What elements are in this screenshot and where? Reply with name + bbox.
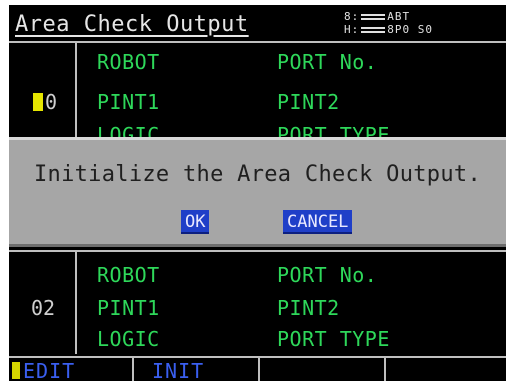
field-pint2[interactable]: PINT2	[277, 90, 340, 114]
confirm-dialog: Initialize the Area Check Output. OK CAN…	[9, 137, 506, 247]
function-key-label: INIT	[152, 359, 205, 381]
area-row-1[interactable]: 0 ROBOT PORT No. PINT1 PINT2 LOGIC PORT …	[9, 41, 506, 147]
field-port-type[interactable]: PORT TYPE	[277, 327, 390, 351]
dialog-message: Initialize the Area Check Output.	[34, 162, 481, 187]
cancel-button[interactable]: CANCEL	[283, 210, 353, 234]
function-key-init[interactable]: INIT	[134, 358, 260, 381]
function-key-label: EDIT	[23, 359, 76, 381]
status-bar-icon	[361, 27, 386, 33]
field-robot[interactable]: ROBOT	[97, 263, 160, 287]
area-number-cell[interactable]: 02	[9, 252, 77, 354]
cursor-marker	[33, 93, 43, 111]
field-port-no[interactable]: PORT No.	[277, 263, 377, 287]
field-pint1[interactable]: PINT1	[97, 296, 160, 320]
field-pint1[interactable]: PINT1	[97, 90, 160, 114]
field-logic[interactable]: LOGIC	[97, 327, 160, 351]
title-bar: Area Check Output 8: ABT H: 8P0 S0	[9, 5, 506, 41]
field-port-no[interactable]: PORT No.	[277, 50, 377, 74]
area-number-cell[interactable]: 0	[9, 43, 77, 139]
status-line-2-label: H:	[344, 23, 360, 36]
field-pint2[interactable]: PINT2	[277, 296, 340, 320]
status-line-2: H: 8P0 S0	[344, 24, 433, 36]
area-number: 02	[31, 296, 56, 320]
function-key-edit[interactable]: EDIT	[9, 358, 134, 381]
status-line-1-label: 8:	[344, 10, 360, 23]
status-line-1-value: ABT	[387, 10, 411, 23]
function-key-3[interactable]	[260, 358, 386, 381]
status-line-2-value: 8P0 S0	[387, 23, 433, 36]
status-bar-icon	[361, 14, 386, 20]
status-indicator: 8: ABT H: 8P0 S0	[344, 9, 444, 37]
status-line-1: 8: ABT	[344, 11, 410, 23]
field-robot[interactable]: ROBOT	[97, 50, 160, 74]
function-key-bar: EDIT INIT	[9, 356, 506, 381]
ok-button[interactable]: OK	[181, 210, 210, 234]
area-row-2[interactable]: 02 ROBOT PORT No. PINT1 PINT2 LOGIC PORT…	[9, 250, 506, 354]
fkey-marker-icon	[12, 362, 20, 379]
pendant-screen: Area Check Output 8: ABT H: 8P0 S0 0 ROBOT…	[9, 5, 506, 381]
window-title: Area Check Output	[15, 12, 249, 37]
function-key-4[interactable]	[386, 358, 506, 381]
area-number: 0	[45, 90, 58, 114]
